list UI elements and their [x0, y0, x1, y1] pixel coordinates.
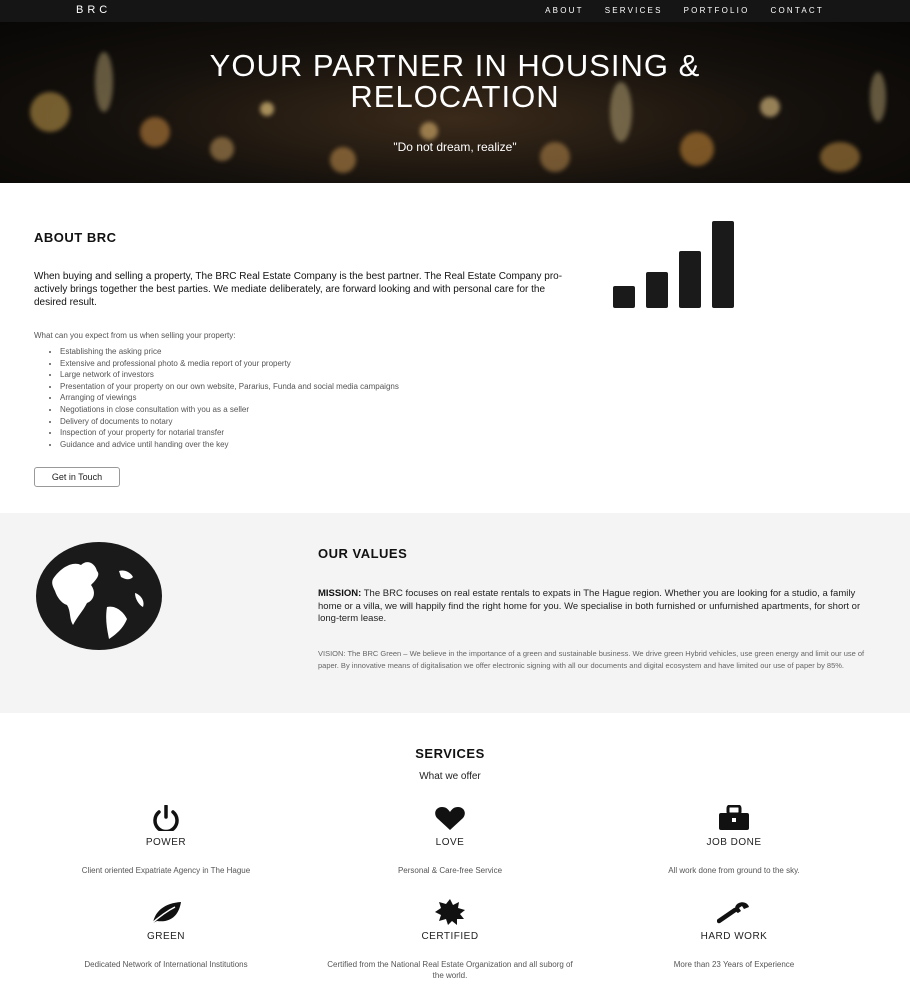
- list-item: Inspection of your property for notarial…: [60, 427, 399, 439]
- mission-text: MISSION: The BRC focuses on real estate …: [318, 588, 870, 626]
- service-card-power: POWER Client oriented Expatriate Agency …: [31, 805, 301, 876]
- service-desc: Client oriented Expatriate Agency in The…: [81, 866, 251, 875]
- service-name: POWER: [145, 837, 187, 848]
- globe-icon: [36, 542, 162, 650]
- service-name: JOB DONE: [706, 837, 762, 848]
- nav-link-contact[interactable]: CONTACT: [771, 6, 824, 15]
- service-card-love: LOVE Personal & Care-free Service: [315, 805, 585, 876]
- brand-logo[interactable]: BRC: [76, 4, 111, 16]
- heart-icon: [435, 807, 465, 830]
- nav-link-portfolio[interactable]: PORTFOLIO: [684, 6, 750, 15]
- bar-chart-icon: [613, 221, 734, 308]
- service-name: CERTIFIED: [421, 931, 479, 942]
- list-item: Arranging of viewings: [60, 392, 399, 404]
- service-name: LOVE: [435, 837, 465, 848]
- about-lead-text: When buying and selling a property, The …: [34, 271, 563, 308]
- service-card-green: GREEN Dedicated Network of International…: [31, 899, 301, 970]
- hero-title-line-2: RELOCATION: [350, 79, 560, 114]
- power-icon: [153, 805, 179, 831]
- service-card-hard-work: HARD WORK More than 23 Years of Experien…: [599, 899, 869, 970]
- top-navbar: BRC ABOUT SERVICES PORTFOLIO CONTACT: [0, 0, 910, 22]
- list-item: Delivery of documents to notary: [60, 416, 399, 428]
- hero-banner: YOUR PARTNER IN HOUSING & RELOCATION "Do…: [0, 22, 910, 183]
- vision-text: VISION: The BRC Green – We believe in th…: [318, 649, 865, 670]
- feature-list: Establishing the asking price Extensive …: [60, 346, 399, 450]
- service-desc: Dedicated Network of International Insti…: [84, 960, 248, 969]
- expect-label: What can you expect from us when selling…: [34, 331, 236, 340]
- mission-label: MISSION:: [318, 588, 362, 599]
- list-item: Extensive and professional photo & media…: [60, 358, 399, 370]
- briefcase-icon: [719, 805, 749, 830]
- get-in-touch-button[interactable]: Get in Touch: [34, 467, 120, 487]
- about-heading: ABOUT BRC: [34, 230, 117, 245]
- service-card-certified: CERTIFIED Certified from the National Re…: [315, 899, 585, 981]
- nav-link-services[interactable]: SERVICES: [605, 6, 663, 15]
- service-desc: Personal & Care-free Service: [397, 866, 503, 875]
- service-name: GREEN: [146, 931, 186, 942]
- service-desc: All work done from ground to the sky.: [668, 866, 800, 875]
- list-item: Establishing the asking price: [60, 346, 399, 358]
- services-heading: SERVICES: [415, 746, 485, 761]
- hero-title: YOUR PARTNER IN HOUSING & RELOCATION: [0, 50, 910, 112]
- list-item: Negotiations in close consultation with …: [60, 404, 399, 416]
- services-section: SERVICES What we offer POWER Client orie…: [0, 713, 910, 1000]
- service-name: HARD WORK: [700, 931, 768, 942]
- about-section: ABOUT BRC When buying and selling a prop…: [0, 183, 910, 513]
- nav-link-about[interactable]: ABOUT: [545, 6, 584, 15]
- wrench-icon: [717, 902, 749, 924]
- service-desc: More than 23 Years of Experience: [673, 960, 795, 969]
- values-section: OUR VALUES MISSION: The BRC focuses on r…: [0, 513, 910, 713]
- nav-menu: ABOUT SERVICES PORTFOLIO CONTACT: [545, 6, 824, 15]
- service-card-job-done: JOB DONE All work done from ground to th…: [599, 805, 869, 876]
- list-item: Large network of investors: [60, 369, 399, 381]
- service-desc: Certified from the National Real Estate …: [327, 960, 573, 980]
- list-item: Presentation of your property on our own…: [60, 381, 399, 393]
- certified-badge-icon: [435, 899, 465, 925]
- services-subheading: What we offer: [419, 771, 481, 782]
- hero-title-line-1: YOUR PARTNER IN HOUSING &: [209, 48, 701, 83]
- hero-tagline: "Do not dream, realize": [393, 140, 517, 154]
- mission-body: The BRC focuses on real estate rentals t…: [318, 588, 861, 624]
- leaf-icon: [150, 902, 181, 925]
- list-item: Guidance and advice until handing over t…: [60, 439, 399, 451]
- values-heading: OUR VALUES: [318, 546, 408, 561]
